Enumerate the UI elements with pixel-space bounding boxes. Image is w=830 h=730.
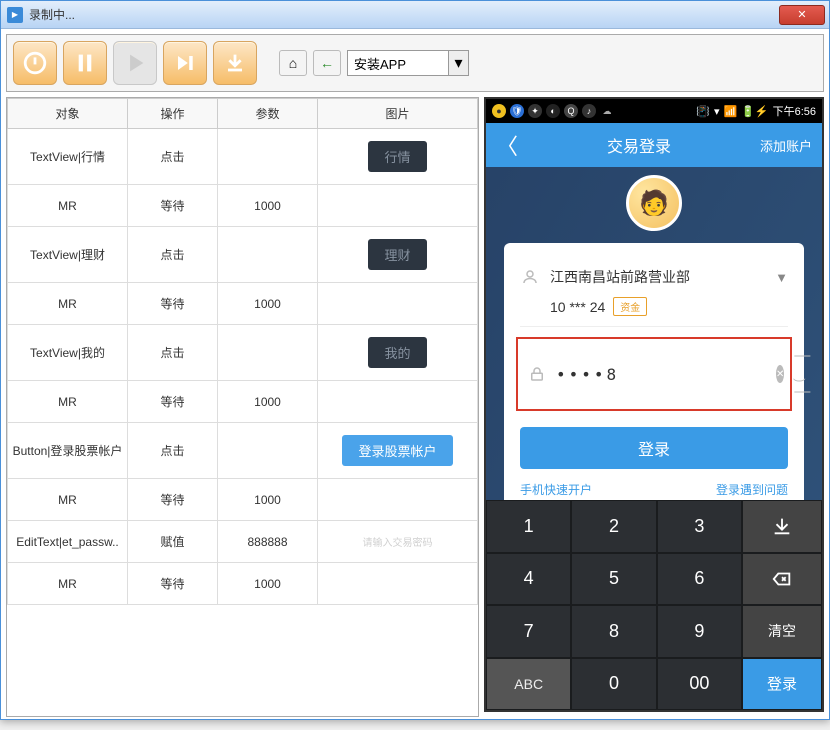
app-icon (7, 7, 23, 23)
key-9[interactable]: 9 (657, 605, 742, 658)
recording-table: 对象 操作 参数 图片 TextView|行情点击行情MR等待1000TextV… (7, 98, 478, 605)
chevron-down-icon: ▼ (775, 270, 788, 285)
account-badge: 资金 (613, 297, 647, 316)
status-icon: ✦ (528, 104, 542, 118)
step-button[interactable] (163, 41, 207, 85)
toolbar: ⌂ ← 安装APP ▾ (6, 34, 824, 92)
key-abc[interactable]: ABC (486, 658, 571, 711)
install-app-dropdown[interactable]: ▾ (448, 51, 468, 75)
table-row[interactable]: Button|登录股票帐户点击登录股票帐户 (8, 423, 478, 479)
nav-back-button[interactable]: 〈 (496, 129, 518, 161)
account-row: 10 *** 24 资金 (520, 293, 788, 327)
table-row[interactable]: MR等待1000 (8, 185, 478, 227)
table-row[interactable]: EditText|et_passw..赋值888888请输入交易密码 (8, 521, 478, 563)
table-row[interactable]: MR等待1000 (8, 381, 478, 423)
battery-icon: 🔋⚡ (741, 105, 768, 118)
key-6[interactable]: 6 (657, 553, 742, 606)
broker-name: 江西南昌站前路营业部 (550, 267, 765, 287)
avatar: 🧑 (626, 175, 682, 231)
table-row[interactable]: TextView|我的点击我的 (8, 325, 478, 381)
key-8[interactable]: 8 (571, 605, 656, 658)
col-action: 操作 (128, 99, 218, 129)
key-4[interactable]: 4 (486, 553, 571, 606)
lock-icon (528, 365, 546, 383)
play-button[interactable] (113, 41, 157, 85)
phone-statusbar: ● 🛡 ✦ ◐ Q ♪ ☁ 📳 ▾ 📶 🔋⚡ 下午6:56 (486, 99, 822, 123)
status-icon: Q (564, 104, 578, 118)
col-image: 图片 (318, 99, 478, 129)
status-icon: 🛡 (510, 104, 524, 118)
login-button[interactable]: 登录 (520, 427, 788, 469)
password-field-wrapper: ✕ — ͜ — (516, 337, 792, 411)
password-input[interactable] (556, 365, 766, 384)
key-7[interactable]: 7 (486, 605, 571, 658)
key-00[interactable]: 00 (657, 658, 742, 711)
table-row[interactable]: MR等待1000 (8, 563, 478, 605)
arrow-left-icon: ← (320, 55, 334, 71)
key-clear[interactable]: 清空 (742, 605, 822, 658)
nav-add-account[interactable]: 添加账户 (760, 136, 812, 155)
phone-frame: ● 🛡 ✦ ◐ Q ♪ ☁ 📳 ▾ 📶 🔋⚡ 下午6:56 (484, 97, 824, 712)
home-button[interactable]: ⌂ (279, 50, 307, 76)
signal-icon: 📶 (723, 105, 737, 118)
numeric-keypad: 1 2 3 4 5 6 7 8 9 清空 ABC (486, 500, 822, 710)
key-login[interactable]: 登录 (742, 658, 822, 711)
table-row[interactable]: MR等待1000 (8, 479, 478, 521)
record-button[interactable] (13, 41, 57, 85)
table-row[interactable]: MR等待1000 (8, 283, 478, 325)
key-5[interactable]: 5 (571, 553, 656, 606)
phone-navbar: 〈 交易登录 添加账户 (486, 123, 822, 167)
install-app-label: 安装APP (348, 51, 448, 75)
status-time: 下午6:56 (773, 103, 816, 119)
recording-table-panel: 对象 操作 参数 图片 TextView|行情点击行情MR等待1000TextV… (6, 97, 479, 717)
key-2[interactable]: 2 (571, 500, 656, 553)
key-backspace[interactable] (742, 553, 822, 606)
main-content: 对象 操作 参数 图片 TextView|行情点击行情MR等待1000TextV… (1, 97, 829, 717)
status-icon: ☁ (600, 104, 614, 118)
device-preview-panel: ● 🛡 ✦ ◐ Q ♪ ☁ 📳 ▾ 📶 🔋⚡ 下午6:56 (484, 97, 824, 717)
key-0[interactable]: 0 (571, 658, 656, 711)
status-icon: ♪ (582, 104, 596, 118)
key-hide[interactable] (742, 500, 822, 553)
vibrate-icon: 📳 (696, 105, 710, 118)
col-param: 参数 (218, 99, 318, 129)
toggle-visibility-icon[interactable]: — ͜ — (794, 347, 810, 401)
login-trouble-link[interactable]: 登录遇到问题 (716, 481, 788, 498)
table-row[interactable]: TextView|理财点击理财 (8, 227, 478, 283)
back-nav-button[interactable]: ← (313, 50, 341, 76)
app-window: 录制中... ✕ ⌂ ← 安装APP ▾ (0, 0, 830, 720)
download-button[interactable] (213, 41, 257, 85)
col-object: 对象 (8, 99, 128, 129)
key-1[interactable]: 1 (486, 500, 571, 553)
user-icon (520, 268, 540, 286)
open-account-link[interactable]: 手机快速开户 (520, 481, 592, 498)
broker-selector[interactable]: 江西南昌站前路营业部 ▼ (520, 261, 788, 293)
status-icon: ◐ (546, 104, 560, 118)
status-icon: ● (492, 104, 506, 118)
close-button[interactable]: ✕ (779, 5, 825, 25)
install-app-combo[interactable]: 安装APP ▾ (347, 50, 469, 76)
pause-button[interactable] (63, 41, 107, 85)
login-card: 江西南昌站前路营业部 ▼ 10 *** 24 资金 ✕ (504, 243, 804, 512)
home-icon: ⌂ (289, 55, 297, 71)
table-row[interactable]: TextView|行情点击行情 (8, 129, 478, 185)
account-number: 10 *** 24 (550, 299, 605, 315)
wifi-icon: ▾ (714, 105, 720, 118)
key-3[interactable]: 3 (657, 500, 742, 553)
window-title: 录制中... (29, 6, 779, 23)
nav-title: 交易登录 (518, 133, 760, 157)
clear-password-button[interactable]: ✕ (776, 365, 784, 383)
titlebar: 录制中... ✕ (1, 1, 829, 29)
